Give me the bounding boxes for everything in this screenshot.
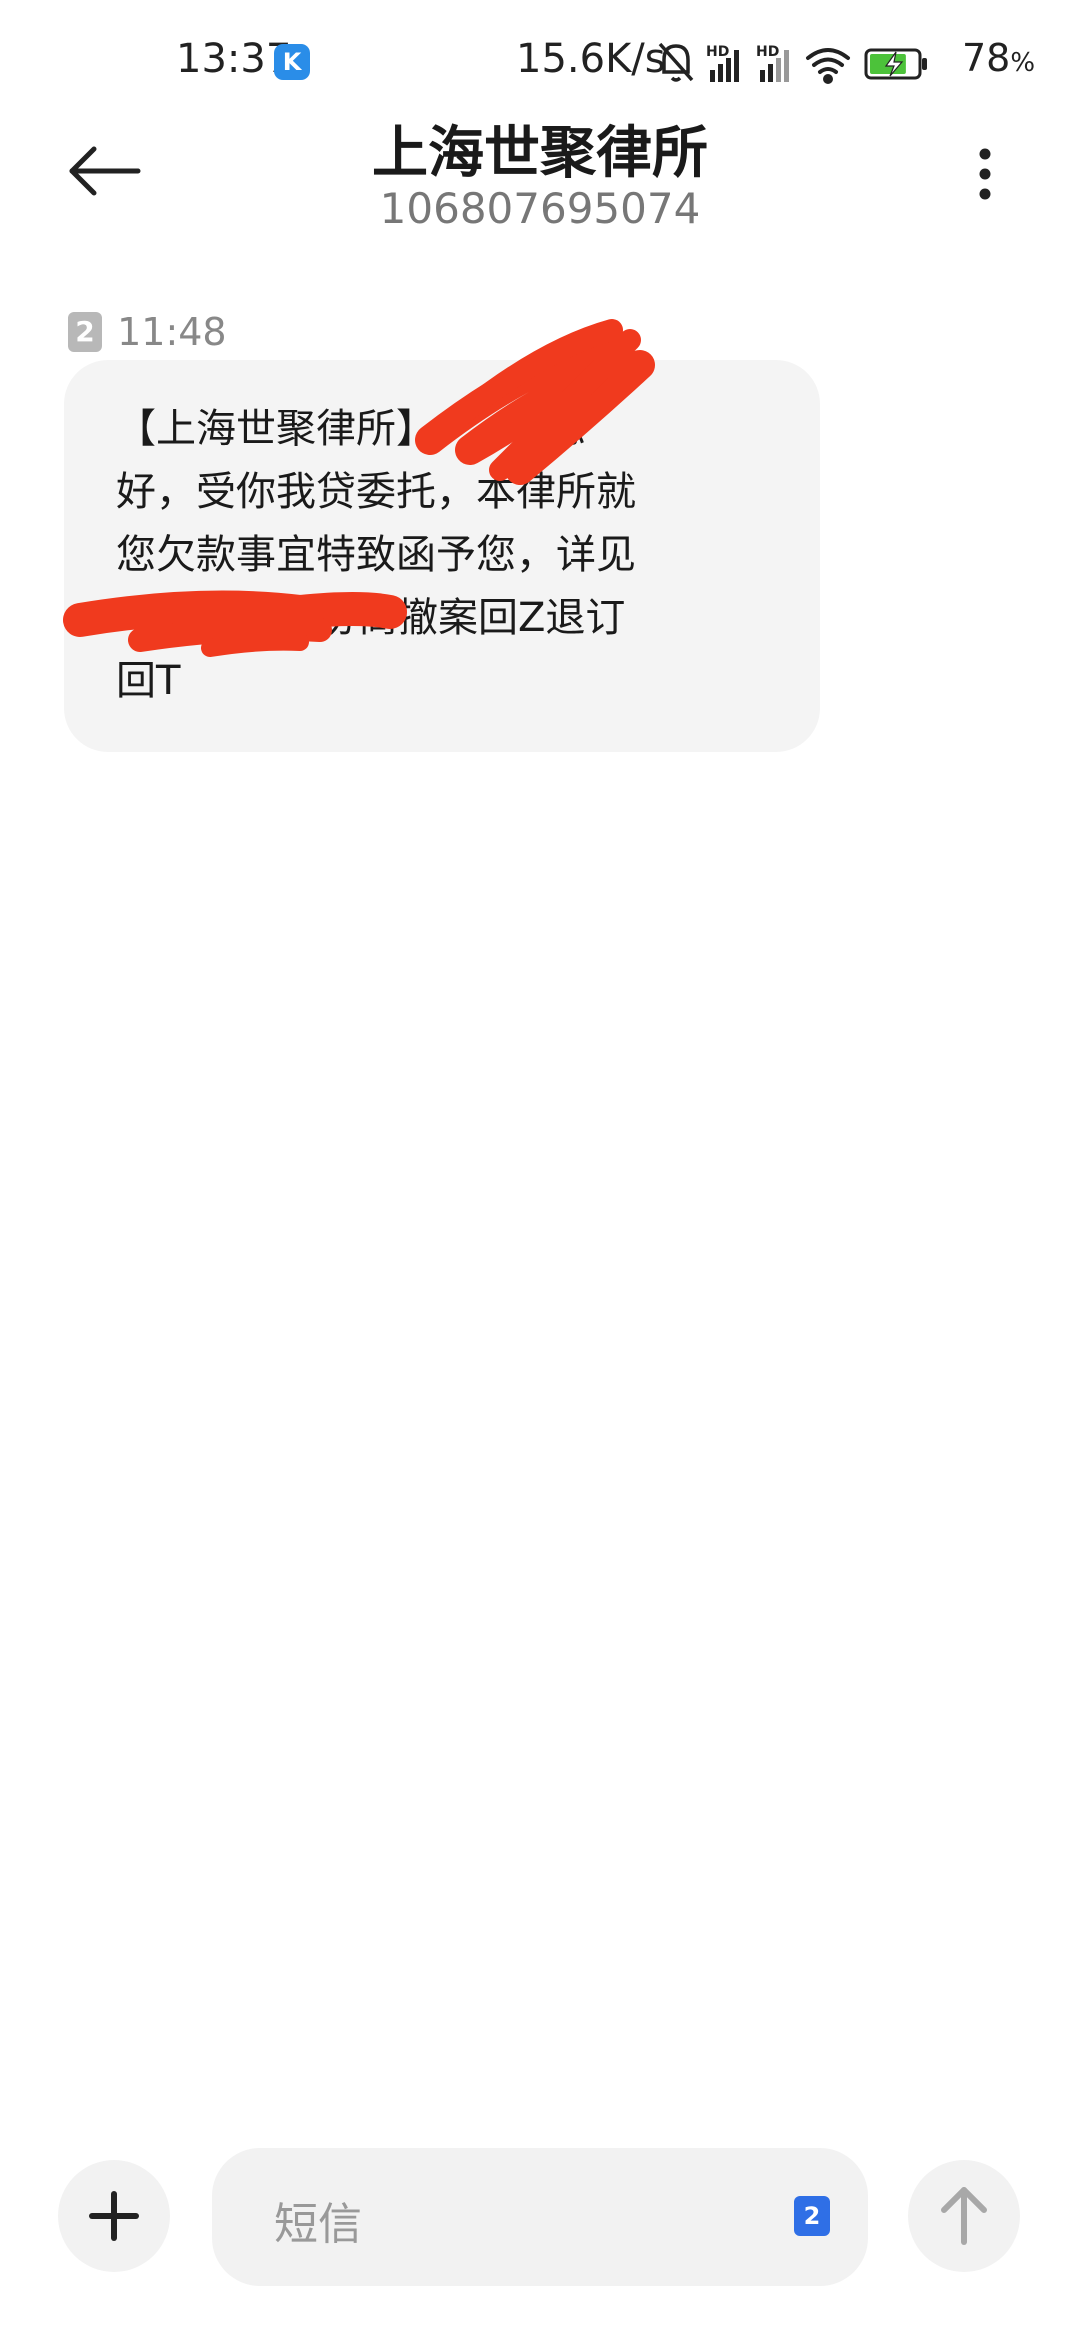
sms-conversation-screen: 13:37 K 15.6K/s HD HD 78% 上海世聚律所 1068076… [0, 0, 1080, 2340]
more-vertical-icon [979, 148, 991, 200]
message-bubble[interactable]: 【上海世聚律所】 您 好，受你我贷委托，本律所就 您欠款事宜特致函予您，详见 ..… [64, 360, 820, 752]
svg-text:HD: HD [706, 44, 729, 60]
message-input-placeholder: 短信 [274, 2199, 362, 2250]
message-sender-tag: 【上海世聚律所】 [116, 406, 436, 452]
message-input[interactable]: 短信 2 [212, 2148, 868, 2286]
wifi-icon [806, 48, 850, 84]
message-time: 11:48 [117, 310, 227, 354]
battery-percent: 78% [962, 36, 1036, 80]
message-link[interactable]: ...en [116, 587, 304, 650]
app-notification-icon: K [274, 44, 310, 80]
add-attachment-button[interactable] [58, 2160, 170, 2272]
message-text: 协商撤案回Z退订 [318, 595, 626, 641]
conversation-header: 上海世聚律所 106807695074 [0, 100, 1080, 250]
plus-icon [89, 2191, 139, 2241]
message-line: 您欠款事宜特致函予您，详见 [116, 532, 636, 578]
message-meta: 2 11:48 [68, 310, 227, 354]
sim-badge: 2 [68, 312, 102, 352]
battery-charging-icon [864, 48, 927, 80]
arrow-up-icon [941, 2187, 987, 2245]
contact-name: 上海世聚律所 [372, 121, 708, 186]
network-speed: 15.6K/s [516, 36, 666, 82]
status-icons: HD HD [658, 42, 927, 84]
svg-text:HD: HD [756, 44, 779, 60]
sim-selector[interactable]: 2 [794, 2196, 830, 2236]
hd-signal-icon: HD [706, 44, 739, 82]
message-line: ...en 协商撤案回Z退订 [116, 587, 770, 650]
message-composer: 短信 2 [0, 2130, 1080, 2310]
more-options-button[interactable] [960, 140, 1010, 210]
message-line: 回T [116, 658, 181, 704]
send-button[interactable] [908, 2160, 1020, 2272]
message-line: 【上海世聚律所】 您 [116, 398, 770, 461]
message-line: 好，受你我贷委托，本律所就 [116, 469, 636, 515]
hd-signal-icon: HD [756, 44, 789, 82]
bell-off-icon [658, 42, 694, 82]
message-text: 您 [546, 406, 586, 452]
contact-number: 106807695074 [379, 184, 701, 233]
